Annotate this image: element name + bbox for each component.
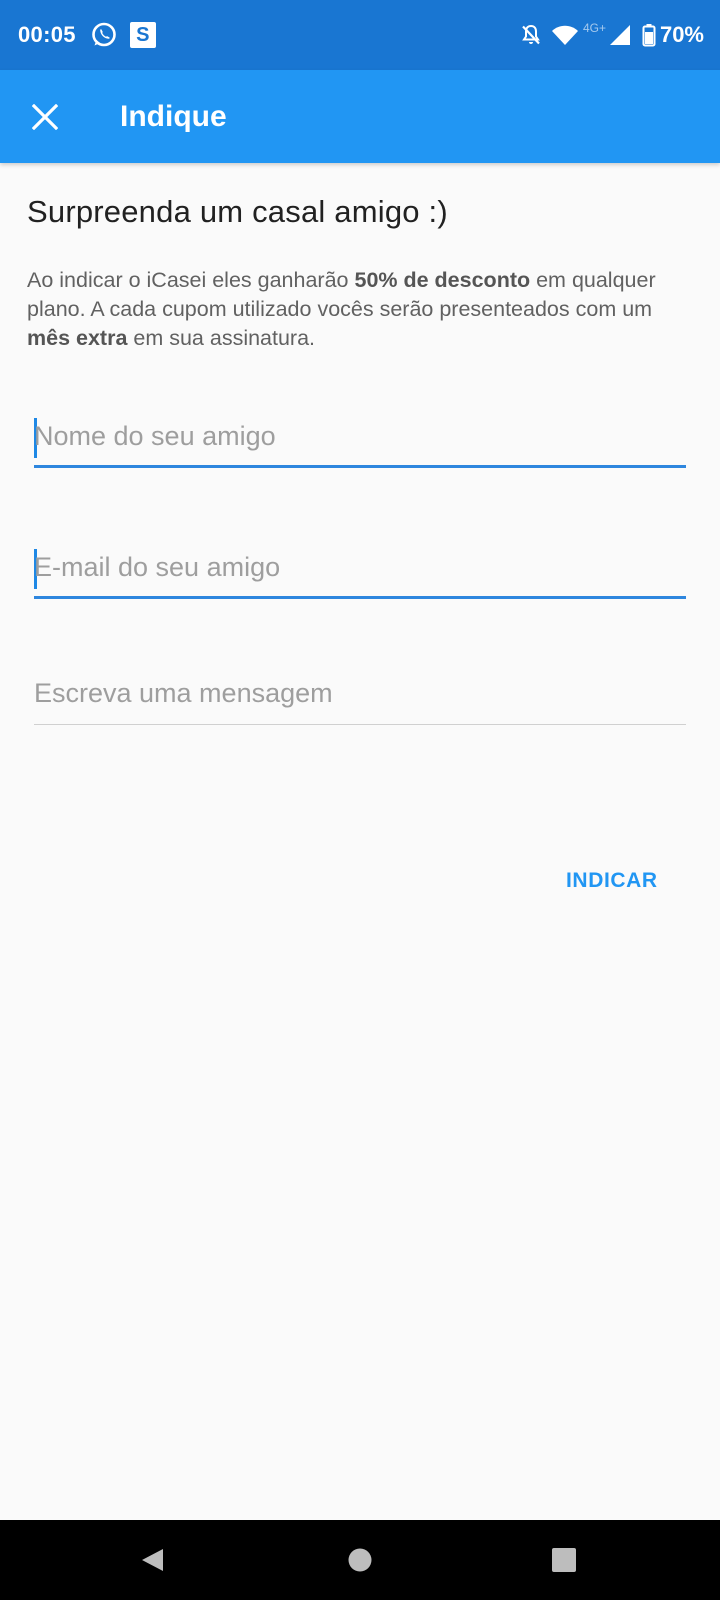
friend-name-underline bbox=[34, 465, 686, 468]
indicar-button[interactable]: INDICAR bbox=[566, 860, 676, 902]
friend-email-input[interactable] bbox=[34, 539, 686, 595]
app-bar: Indique bbox=[0, 70, 720, 163]
friend-email-field bbox=[34, 539, 686, 599]
description-text: Ao indicar o iCasei eles ganharão 50% de… bbox=[27, 266, 687, 353]
recents-icon bbox=[552, 1548, 576, 1572]
page-title: Indique bbox=[120, 100, 227, 133]
status-right: 4G+ 70% bbox=[519, 0, 704, 70]
wifi-icon bbox=[551, 23, 579, 47]
friend-email-underline bbox=[34, 596, 686, 599]
s-app-icon: S bbox=[129, 22, 156, 48]
network-type-label: 4G+ bbox=[582, 21, 606, 35]
description-part-3: em sua assinatura. bbox=[127, 326, 316, 350]
description-part-1: Ao indicar o iCasei eles ganharão bbox=[27, 268, 355, 292]
back-button[interactable] bbox=[122, 1530, 182, 1590]
signal-icon bbox=[608, 23, 632, 47]
description-highlight-extra-month: mês extra bbox=[27, 326, 128, 350]
close-icon bbox=[32, 104, 58, 130]
recents-button[interactable] bbox=[534, 1530, 594, 1590]
friend-name-input[interactable] bbox=[34, 408, 686, 464]
message-underline bbox=[34, 724, 686, 725]
navigation-bar bbox=[0, 1520, 720, 1600]
back-icon bbox=[142, 1549, 163, 1571]
friend-name-field bbox=[34, 408, 686, 468]
battery-icon bbox=[642, 23, 656, 47]
battery-percentage: 70% bbox=[659, 22, 704, 47]
message-input[interactable] bbox=[34, 665, 686, 721]
home-button[interactable] bbox=[330, 1530, 390, 1590]
status-time: 00:05 bbox=[18, 22, 76, 47]
description-highlight-discount: 50% de desconto bbox=[354, 268, 531, 292]
section-heading: Surpreenda um casal amigo :) bbox=[27, 194, 448, 229]
message-field bbox=[34, 665, 686, 725]
status-left: 00:05 S bbox=[18, 0, 156, 70]
notifications-off-icon bbox=[519, 23, 543, 47]
status-bar: 00:05 S 4G+ 70% bbox=[0, 0, 720, 70]
whatsapp-icon bbox=[90, 21, 118, 49]
home-icon bbox=[348, 1548, 372, 1572]
close-button[interactable] bbox=[22, 94, 68, 140]
